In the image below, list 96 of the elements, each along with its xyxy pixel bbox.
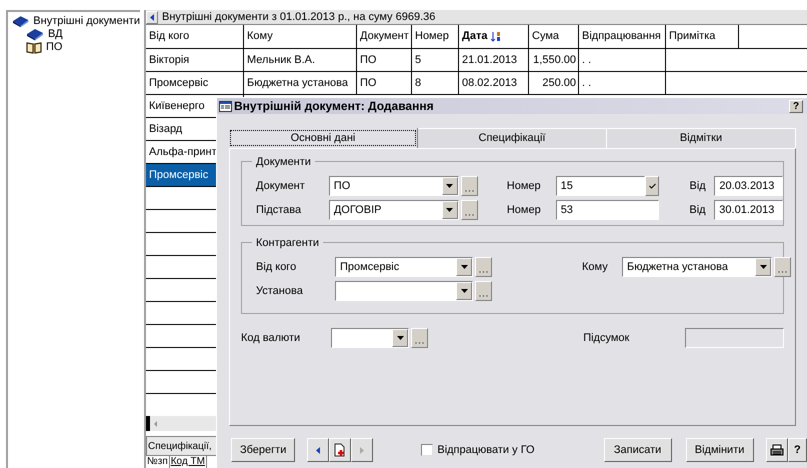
column-header[interactable]: Кому xyxy=(244,25,357,48)
table-cell: Бюджетна установа xyxy=(244,72,357,94)
caret-icon xyxy=(396,336,404,340)
table-cell: . . xyxy=(579,72,666,94)
browse-button[interactable] xyxy=(460,200,478,220)
dropdown-button[interactable] xyxy=(442,177,458,195)
right-arrow-icon xyxy=(360,446,364,454)
caret-icon xyxy=(760,265,766,269)
table-cell: 21.01.2013 xyxy=(459,49,529,71)
grid-caption: Внутрішні документи з 01.01.2013 р., на суму 6969.36 xyxy=(162,10,436,25)
check-button[interactable] xyxy=(644,176,660,196)
open-book-icon xyxy=(26,41,42,54)
combo-field[interactable] xyxy=(335,281,473,301)
dropdown-button[interactable] xyxy=(392,329,408,347)
text-field[interactable]: 20.03.2013 xyxy=(714,176,784,196)
caret-icon xyxy=(446,184,454,188)
browse-button[interactable] xyxy=(475,257,492,277)
field-label: Підсумок xyxy=(583,330,630,346)
dropdown-button[interactable] xyxy=(456,282,472,300)
left-arrow-icon xyxy=(316,446,320,454)
field-label: Кому xyxy=(582,260,609,275)
table-cell: . . xyxy=(579,49,666,71)
checkbox[interactable] xyxy=(421,444,434,456)
dialog-button[interactable]: Записати xyxy=(604,438,672,462)
tree-item[interactable]: ПО xyxy=(46,41,62,54)
tree-item[interactable]: Внутрішні документи xyxy=(33,15,140,28)
tab[interactable]: Відмітки xyxy=(607,128,796,148)
column-header[interactable]: Примітка xyxy=(666,25,739,48)
browse-button[interactable] xyxy=(411,328,428,348)
field-label: Установа xyxy=(256,284,304,299)
help-button[interactable]: ? xyxy=(789,100,803,112)
check-icon xyxy=(648,183,656,189)
tree-item[interactable]: ВД xyxy=(48,28,63,41)
checkbox-label: Відпрацювати у ГО xyxy=(437,442,535,458)
combo-field[interactable]: Бюджетна установа xyxy=(622,257,772,277)
help-button[interactable]: ? xyxy=(788,438,807,462)
sort-icon xyxy=(491,32,502,42)
field-label: Номер xyxy=(506,202,542,218)
printer-icon xyxy=(770,444,784,456)
table-cell: 5 xyxy=(412,49,459,71)
browse-button[interactable] xyxy=(774,257,791,277)
next-button[interactable] xyxy=(351,438,374,462)
tab[interactable]: Специфікації xyxy=(418,128,607,148)
browse-button[interactable] xyxy=(475,281,492,301)
field-label: Код валюти xyxy=(241,330,302,346)
back-button[interactable] xyxy=(146,10,158,24)
column-header[interactable]: Відпрацювання xyxy=(579,25,666,48)
add-document-button[interactable] xyxy=(329,438,352,462)
field-label: Підстава xyxy=(256,202,302,218)
combo-field[interactable]: ПО xyxy=(328,176,459,196)
group-title: Контрагенти xyxy=(252,235,324,252)
text-field[interactable]: 30.01.2013 xyxy=(714,200,783,220)
column-header[interactable]: Від кого xyxy=(146,25,244,48)
browse-button[interactable] xyxy=(460,176,478,196)
group-title: Документи xyxy=(252,154,315,170)
caret-icon xyxy=(460,289,468,293)
dropdown-button[interactable] xyxy=(442,201,458,219)
field-label: Документ xyxy=(256,178,306,194)
table-cell: Вікторія xyxy=(146,49,244,71)
combo-field[interactable]: ДОГОВІР xyxy=(328,200,459,220)
column-header[interactable]: Номер xyxy=(412,25,459,48)
dialog-button[interactable]: Зберегти xyxy=(231,438,296,462)
text-field[interactable]: 53 xyxy=(556,200,660,220)
table-cell: ПО xyxy=(357,49,412,71)
column-header[interactable]: Дата xyxy=(459,25,529,48)
table-cell: Мельник В.А. xyxy=(244,49,357,71)
field-label: Від xyxy=(689,178,707,194)
left-arrow-icon xyxy=(150,14,154,20)
combo-field[interactable]: Промсервіс xyxy=(335,257,473,277)
field-label: Номер xyxy=(506,178,542,194)
table-cell: Промсервіс xyxy=(146,72,244,94)
text-field[interactable]: 15 xyxy=(556,176,645,196)
column-header[interactable]: Документ xyxy=(357,25,412,48)
caret-icon xyxy=(460,265,468,269)
book-icon xyxy=(26,28,44,41)
book-icon xyxy=(12,15,30,28)
previous-button[interactable] xyxy=(307,438,330,462)
table-cell: 250.00 xyxy=(529,72,579,94)
combo-field[interactable] xyxy=(331,328,410,348)
table-cell: 8 xyxy=(412,72,459,94)
dropdown-button[interactable] xyxy=(456,258,472,276)
dropdown-button[interactable] xyxy=(755,258,771,276)
column-header[interactable]: №зп xyxy=(146,456,170,468)
add-document-icon xyxy=(334,443,346,457)
caret-icon xyxy=(446,208,454,212)
table-cell: ПО xyxy=(357,72,412,94)
column-header[interactable]: Код ТМ xyxy=(170,456,207,468)
table-cell: 08.02.2013 xyxy=(459,72,529,94)
field-label: Від кого xyxy=(256,260,298,275)
form-icon xyxy=(219,100,232,112)
print-button[interactable] xyxy=(766,438,788,462)
column-header[interactable]: Сума xyxy=(529,25,579,48)
field-label: Від xyxy=(689,202,707,218)
tab[interactable]: Основні дані xyxy=(229,128,418,148)
dialog-button[interactable]: Відмінити xyxy=(686,438,754,462)
table-cell: 1,550.00 xyxy=(529,49,579,71)
